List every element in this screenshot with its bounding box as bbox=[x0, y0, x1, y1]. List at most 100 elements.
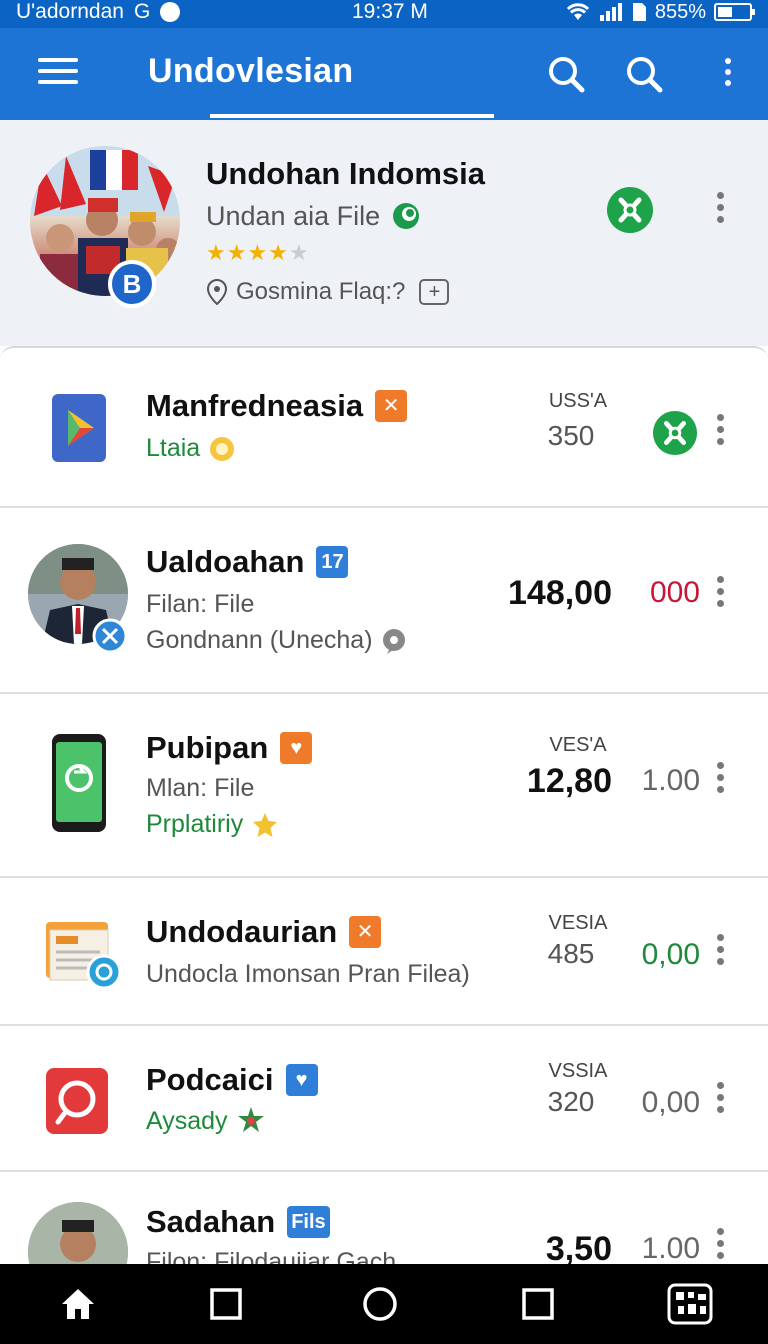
item-name-row: Undodaurian ✕ bbox=[146, 914, 382, 950]
item-subtitle: Mlan: File bbox=[146, 774, 255, 802]
item-meta-row: Gondnann (Unecha) bbox=[146, 626, 407, 655]
item-name: Undodaurian bbox=[146, 914, 338, 949]
notification-dot-icon bbox=[160, 2, 181, 22]
item-name-row: Manfredneasia ✕ bbox=[146, 388, 408, 424]
list-item[interactable]: Ualdoahan 17 Filan: File Gondnann (Unech… bbox=[0, 508, 768, 694]
item-label: VESIA bbox=[548, 912, 608, 934]
item-subtitle: Aysady bbox=[146, 1106, 228, 1135]
carrier-text: U'adorndan bbox=[16, 0, 124, 23]
item-name: Podcaici bbox=[146, 1062, 274, 1097]
item-secondary-value: 0,00 bbox=[641, 938, 700, 971]
item-tag: ♥ bbox=[280, 732, 313, 764]
list-item[interactable]: Undodaurian ✕ Undocla Imonsan Pran Filea… bbox=[0, 878, 768, 1026]
app-title: Undovlesian bbox=[148, 52, 354, 90]
item-tag: ✕ bbox=[375, 390, 408, 422]
network-type: G bbox=[133, 0, 151, 23]
more-vert-icon[interactable] bbox=[724, 58, 732, 90]
item-meta: Prplatiriy bbox=[146, 810, 244, 838]
item-name-row: Pubipan ♥ bbox=[146, 730, 313, 766]
overview-square-icon[interactable] bbox=[518, 1284, 558, 1324]
menu-icon[interactable] bbox=[38, 58, 78, 88]
item-name-row: Sadahan Fils bbox=[146, 1204, 330, 1240]
item-name-row: Podcaici ♥ bbox=[146, 1062, 318, 1098]
item-subtitle: Undocla Imonsan Pran Filea) bbox=[146, 960, 470, 988]
phone-app-icon bbox=[52, 734, 106, 832]
star-icon: ★ bbox=[268, 240, 289, 265]
search-icon[interactable] bbox=[544, 52, 588, 96]
item-label: VES'A bbox=[549, 734, 607, 756]
item-label: VSSIA bbox=[548, 1060, 608, 1082]
featured-title: Undohan Indomsia bbox=[206, 156, 485, 191]
item-name: Ualdoahan bbox=[146, 544, 305, 579]
clock: 19:37 M bbox=[352, 0, 428, 23]
rating-stars: ★★★★★ bbox=[206, 240, 310, 266]
list-item[interactable]: Manfredneasia ✕ Ltaia USS'A 350 bbox=[0, 348, 768, 508]
list-item[interactable]: Pubipan ♥ Mlan: File Prplatiriy VES'A 12… bbox=[0, 694, 768, 878]
item-name-row: Ualdoahan 17 bbox=[146, 544, 349, 580]
coin-icon bbox=[210, 436, 235, 461]
star-icon: ★ bbox=[206, 240, 227, 265]
verified-leaf-icon bbox=[393, 203, 420, 229]
item-value: 350 bbox=[547, 420, 595, 451]
play-store-icon bbox=[52, 394, 106, 462]
list-item[interactable]: Podcaici ♥ Aysady VSSIA 320 0,00 bbox=[0, 1026, 768, 1172]
list-item[interactable]: Sadahan Fils Filon: Filodauijar Gach 3,5… bbox=[0, 1172, 768, 1264]
item-name: Sadahan bbox=[146, 1204, 276, 1239]
battery-icon bbox=[714, 3, 755, 21]
star-icon: ★ bbox=[247, 240, 269, 265]
item-amount: 148,00 bbox=[508, 574, 612, 612]
sim-icon bbox=[632, 3, 646, 21]
item-secondary-value: 1.00 bbox=[641, 764, 700, 797]
search-icon-secondary[interactable] bbox=[622, 52, 666, 96]
folder-files-icon bbox=[46, 922, 122, 990]
featured-badge-icon: B bbox=[108, 260, 156, 308]
item-meta-row: Prplatiriy bbox=[146, 810, 279, 839]
battery-percent: 855% bbox=[654, 1, 706, 23]
item-name: Manfredneasia bbox=[146, 388, 364, 423]
star-icon: ★ bbox=[226, 240, 248, 265]
featured-meta-row: Gosmina Flaq:? + bbox=[206, 278, 450, 306]
item-tag: ✕ bbox=[349, 916, 382, 948]
item-tag: ♥ bbox=[285, 1064, 318, 1096]
item-subtitle: Ltaia bbox=[146, 434, 201, 462]
item-meta: Gondnann (Unecha) bbox=[146, 626, 373, 654]
home-icon[interactable] bbox=[58, 1284, 98, 1324]
featured-more-icon[interactable] bbox=[716, 192, 724, 226]
signal-icon bbox=[599, 3, 622, 21]
featured-meta: Gosmina Flaq:? bbox=[236, 278, 406, 305]
featured-subtitle: Undan aia File bbox=[206, 200, 381, 231]
item-more-icon[interactable] bbox=[716, 1228, 724, 1262]
status-bar: U'adorndan G 19:37 M 855% bbox=[0, 0, 768, 28]
item-subtitle-row: Ltaia bbox=[146, 434, 236, 463]
item-more-icon[interactable] bbox=[716, 414, 724, 448]
star-empty-icon: ★ bbox=[288, 240, 310, 265]
item-label: USS'A bbox=[548, 390, 608, 412]
item-more-icon[interactable] bbox=[716, 576, 724, 610]
featured-avatar bbox=[30, 146, 180, 296]
share-icon[interactable] bbox=[606, 186, 654, 234]
item-more-icon[interactable] bbox=[716, 934, 724, 968]
item-subtitle: Filon: Filodauijar Gach bbox=[146, 1248, 397, 1264]
app-launcher-icon[interactable] bbox=[666, 1282, 714, 1326]
item-amount: 12,80 bbox=[526, 762, 612, 800]
recents-square-icon[interactable] bbox=[206, 1284, 246, 1324]
person-avatar bbox=[28, 1202, 128, 1264]
item-more-icon[interactable] bbox=[716, 1082, 724, 1116]
home-circle-icon[interactable] bbox=[360, 1284, 400, 1324]
system-nav-bar bbox=[0, 1264, 768, 1344]
add-icon[interactable]: + bbox=[419, 279, 450, 305]
app-bar: Undovlesian bbox=[0, 28, 768, 120]
item-amount: 3,50 bbox=[545, 1230, 612, 1264]
item-secondary-value: 000 bbox=[649, 576, 700, 609]
file-list: Manfredneasia ✕ Ltaia USS'A 350 Ualdoaha… bbox=[0, 346, 768, 1264]
featured-card[interactable]: B Undohan Indomsia Undan aia File ★★★★★ … bbox=[0, 120, 768, 346]
item-more-icon[interactable] bbox=[716, 762, 724, 796]
featured-subtitle-row: Undan aia File bbox=[206, 200, 422, 232]
share-icon[interactable] bbox=[652, 410, 698, 456]
item-name: Pubipan bbox=[146, 730, 269, 765]
item-subtitle-row: Aysady bbox=[146, 1106, 266, 1136]
item-secondary-value: 1.00 bbox=[641, 1232, 700, 1264]
location-pin-icon bbox=[206, 279, 228, 305]
wifi-icon bbox=[566, 3, 589, 20]
item-tag: 17 bbox=[316, 546, 349, 578]
